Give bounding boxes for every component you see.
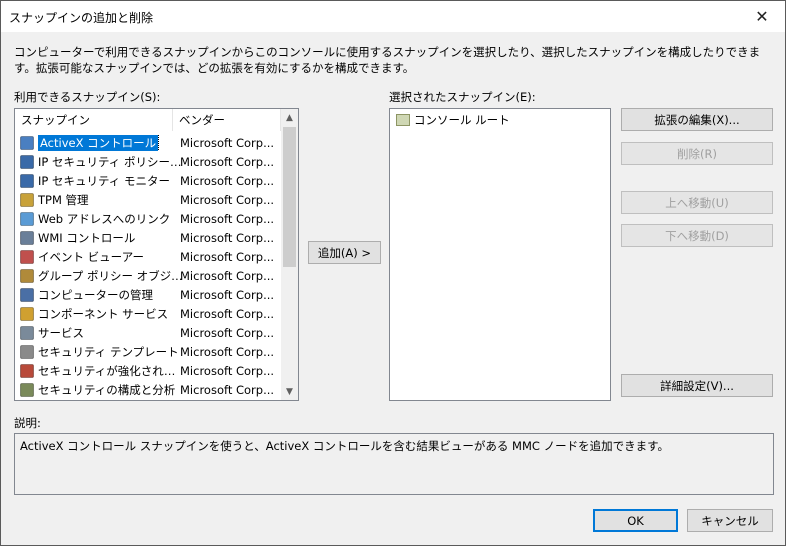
snapin-name: IP セキュリティ ポリシーの管... (38, 154, 186, 169)
snapin-vendor: Microsoft Corp... (180, 306, 275, 321)
services-icon (20, 325, 34, 340)
list-item[interactable]: セキュリティの構成と分析 Microsoft Corp... (16, 380, 280, 399)
folder-icon (396, 114, 410, 126)
move-down-button[interactable]: 下へ移動(D) (621, 224, 773, 247)
ok-button[interactable]: OK (593, 509, 678, 532)
computer-management-icon (20, 287, 34, 302)
activex-icon (20, 135, 34, 150)
edit-extensions-button[interactable]: 拡張の編集(X)... (621, 108, 773, 131)
list-item[interactable]: IP セキュリティ モニター Microsoft Corp... (16, 171, 280, 190)
security-analysis-icon (20, 382, 34, 397)
list-scrollbar[interactable]: ▲ ▼ (281, 109, 298, 400)
close-button[interactable]: ✕ (739, 1, 785, 32)
ip-monitor-icon (20, 173, 34, 188)
list-item[interactable]: コンポーネント サービス Microsoft Corp... (16, 304, 280, 323)
snapin-vendor: Microsoft Corp... (180, 249, 275, 264)
list-item[interactable]: セキュリティが強化された ... Microsoft Corp... (16, 361, 280, 380)
available-snapins-label: 利用できるスナップイン(S): (14, 90, 161, 104)
remove-button[interactable]: 削除(R) (621, 142, 773, 165)
event-viewer-icon (20, 249, 34, 264)
snapin-name: WMI コントロール (38, 230, 136, 245)
list-item[interactable]: サービス Microsoft Corp... (16, 323, 280, 342)
snapin-name: イベント ビューアー (38, 249, 145, 264)
list-item[interactable]: IP セキュリティ ポリシーの管...Microsoft Corp... (16, 152, 280, 171)
explanation-label: 説明: (14, 416, 41, 430)
cancel-button[interactable]: キャンセル (687, 509, 773, 532)
list-item[interactable]: WMI コントロール Microsoft Corp... (16, 228, 280, 247)
snapin-vendor: Microsoft Corp... (180, 135, 275, 150)
snapin-name: Web アドレスへのリンク (38, 211, 171, 226)
advanced-button[interactable]: 詳細設定(V)... (621, 374, 773, 397)
explanation-text: ActiveX コントロール スナップインを使うと、ActiveX コントロール… (20, 439, 669, 453)
snapin-name: IP セキュリティ モニター (38, 173, 170, 188)
snapin-name: セキュリティ テンプレート (38, 344, 179, 359)
dialog-window: スナップインの追加と削除 ✕ コンピューターで利用できるスナップインからこのコン… (0, 0, 786, 546)
selected-snapins-label: 選択されたスナップイン(E): (389, 90, 536, 104)
add-button[interactable]: 追加(A) > (308, 241, 381, 264)
tree-item-console-root[interactable]: コンソール ルート (396, 112, 510, 128)
snapin-name: コンピューターの管理 (38, 287, 153, 302)
snapin-vendor: Microsoft Corp... (180, 363, 275, 378)
snapin-vendor: Microsoft Corp... (180, 344, 275, 359)
scroll-down-icon[interactable]: ▼ (281, 383, 298, 400)
wmi-icon (20, 230, 34, 245)
tpm-icon (20, 192, 34, 207)
scroll-up-icon[interactable]: ▲ (281, 109, 298, 126)
snapin-name: セキュリティの構成と分析 (38, 382, 176, 397)
tree-item-label: コンソール ルート (414, 113, 510, 127)
column-header-vendor[interactable]: ベンダー (173, 109, 281, 131)
snapin-vendor: Microsoft Corp... (180, 287, 275, 302)
list-item[interactable]: ActiveX コントロール Microsoft Corp... (16, 133, 280, 152)
available-snapins-list[interactable]: スナップイン ベンダー ActiveX コントロール Microsoft Corp… (14, 108, 299, 401)
snapin-vendor: Microsoft Corp... (180, 211, 275, 226)
snapin-name: グループ ポリシー オブジェク... (38, 268, 186, 283)
list-item[interactable]: コンピューターの管理 Microsoft Corp... (16, 285, 280, 304)
snapin-name: サービス (38, 325, 84, 340)
security-template-icon (20, 344, 34, 359)
snapin-vendor: Microsoft Corp... (180, 192, 275, 207)
firewall-icon (20, 363, 34, 378)
move-up-button[interactable]: 上へ移動(U) (621, 191, 773, 214)
list-item[interactable]: Web アドレスへのリンク Microsoft Corp... (16, 209, 280, 228)
snapin-vendor: Microsoft Corp... (180, 268, 275, 283)
snapin-vendor: Microsoft Corp... (180, 325, 275, 340)
ip-security-icon (20, 154, 34, 169)
web-link-icon (20, 211, 34, 226)
column-header-snapin[interactable]: スナップイン (15, 109, 173, 131)
snapin-vendor: Microsoft Corp... (180, 230, 275, 245)
title-bar: スナップインの追加と削除 ✕ (1, 1, 785, 32)
snapin-vendor: Microsoft Corp... (180, 382, 275, 397)
snapin-vendor: Microsoft Corp... (180, 173, 275, 188)
group-policy-icon (20, 268, 34, 283)
snapin-name: コンポーネント サービス (38, 306, 169, 321)
snapin-vendor: Microsoft Corp... (180, 154, 275, 169)
component-services-icon (20, 306, 34, 321)
scroll-thumb[interactable] (283, 127, 296, 267)
list-item[interactable]: セキュリティ テンプレート Microsoft Corp... (16, 342, 280, 361)
list-item[interactable]: グループ ポリシー オブジェク...Microsoft Corp... (16, 266, 280, 285)
explanation-box: ActiveX コントロール スナップインを使うと、ActiveX コントロール… (14, 433, 774, 495)
snapin-name: セキュリティが強化された ... (38, 363, 186, 378)
dialog-description: コンピューターで利用できるスナップインからこのコンソールに使用するスナップインを… (14, 45, 761, 75)
snapin-name: TPM 管理 (38, 192, 89, 207)
list-item[interactable]: イベント ビューアー Microsoft Corp... (16, 247, 280, 266)
snapin-name: ActiveX コントロール (38, 134, 160, 151)
selected-snapins-tree[interactable]: コンソール ルート (389, 108, 611, 401)
list-item[interactable]: TPM 管理 Microsoft Corp... (16, 190, 280, 209)
window-title: スナップインの追加と削除 (9, 11, 154, 25)
